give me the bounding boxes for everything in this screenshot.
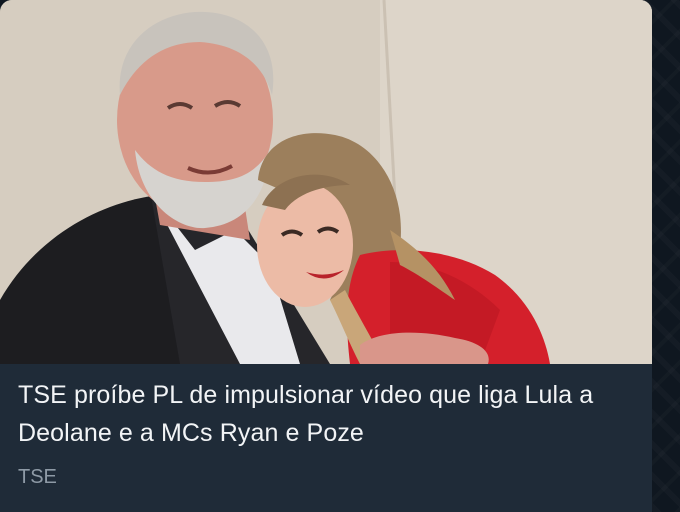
photo-illustration xyxy=(0,0,652,364)
news-photo[interactable] xyxy=(0,0,652,364)
article-source: TSE xyxy=(18,466,57,488)
article-headline[interactable]: TSE proíbe PL de impulsionar vídeo que l… xyxy=(18,376,638,452)
link-preview-card[interactable]: TSE proíbe PL de impulsionar vídeo que l… xyxy=(0,0,652,512)
